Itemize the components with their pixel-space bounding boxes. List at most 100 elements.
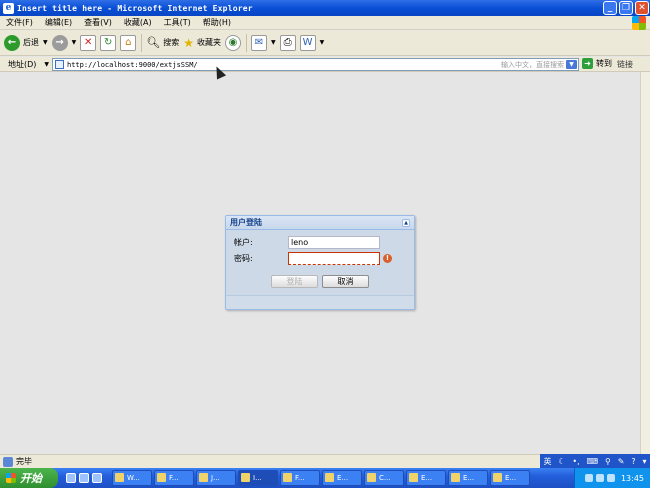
help-icon[interactable]: ? xyxy=(631,457,635,466)
login-title: 用户登陆 xyxy=(230,218,262,227)
account-row: 帐户: leno xyxy=(234,236,380,249)
menu-bar: 文件(F) 编辑(E) 查看(V) 收藏(A) 工具(T) 帮助(H) xyxy=(0,16,650,30)
options-icon[interactable]: ▾ xyxy=(642,457,646,466)
cancel-button[interactable]: 取消 xyxy=(322,275,369,288)
tray-icons xyxy=(584,474,615,482)
start-button[interactable]: 开始 xyxy=(0,468,58,488)
quicklaunch-desktop-icon[interactable] xyxy=(79,473,89,483)
quick-launch xyxy=(66,473,102,483)
back-button[interactable]: ← 后退 ▼ xyxy=(4,32,48,54)
mail-icon: ✉ xyxy=(250,34,267,51)
address-bar: 地址(D) ▼ http://localhost:9000/extjsSSM/ … xyxy=(0,57,650,72)
collapse-icon[interactable]: ▲ xyxy=(402,219,410,227)
tray-volume-icon[interactable] xyxy=(595,474,604,482)
task-button[interactable]: E... xyxy=(448,470,488,486)
star-icon: ★ xyxy=(183,35,194,50)
minimize-button[interactable]: _ xyxy=(603,1,617,15)
media-icon: ◉ xyxy=(224,34,241,51)
edit-dropdown-icon[interactable]: ▼ xyxy=(320,39,325,46)
pin-icon[interactable]: ⚲ xyxy=(605,457,611,466)
status-text: 完毕 xyxy=(16,457,32,466)
account-field[interactable]: leno xyxy=(288,236,380,249)
quicklaunch-media-icon[interactable] xyxy=(92,473,102,483)
task-button[interactable]: C... xyxy=(364,470,404,486)
menu-tools[interactable]: 工具(T) xyxy=(158,17,197,28)
taskbar: 开始 W... F... J... I... F... E... C... E.… xyxy=(0,468,650,488)
links-button[interactable]: 链接 xyxy=(617,59,633,70)
menu-edit[interactable]: 编辑(E) xyxy=(39,17,78,28)
ie-icon: e xyxy=(3,2,14,14)
system-tray: 13:45 xyxy=(574,468,650,488)
mail-button[interactable]: ✉ ▼ xyxy=(250,32,276,54)
moon-icon[interactable]: ☾ xyxy=(558,457,565,466)
search-button[interactable]: 🔍︎ 搜索 xyxy=(146,32,179,54)
task-button[interactable]: E... xyxy=(322,470,362,486)
close-button[interactable]: ✕ xyxy=(635,1,649,15)
clock[interactable]: 13:45 xyxy=(621,474,644,483)
back-arrow-icon: ← xyxy=(4,34,20,51)
favorites-label: 收藏夹 xyxy=(196,38,221,47)
task-list: W... F... J... I... F... E... C... E... … xyxy=(112,470,530,486)
forward-button[interactable]: → ▼ xyxy=(51,32,77,54)
login-window: 用户登陆 ▲ 帐户: leno 密码: ! 登陆 取消 xyxy=(225,215,415,310)
password-label: 密码: xyxy=(234,254,253,263)
stop-icon: ✕ xyxy=(80,34,97,51)
keyboard-icon[interactable]: ⌨ xyxy=(587,457,599,466)
menu-view[interactable]: 查看(V) xyxy=(78,17,118,28)
maximize-button[interactable]: ❐ xyxy=(619,1,633,15)
tray-network-icon[interactable] xyxy=(584,474,593,482)
edit-icon: W xyxy=(299,34,316,51)
login-footer xyxy=(226,295,414,309)
task-button[interactable]: F... xyxy=(154,470,194,486)
task-button[interactable]: W... xyxy=(112,470,152,486)
address-input[interactable]: http://localhost:9000/extjsSSM/ 输入中文，直接搜… xyxy=(52,58,579,71)
address-url: http://localhost:9000/extjsSSM/ xyxy=(67,60,198,69)
refresh-icon: ↻ xyxy=(100,34,117,51)
menu-favorites[interactable]: 收藏(A) xyxy=(118,17,158,28)
mail-dropdown-icon[interactable]: ▼ xyxy=(271,39,276,46)
search-icon: 🔍︎ xyxy=(146,36,161,49)
edit-button[interactable]: W ▼ xyxy=(299,32,325,54)
stop-button[interactable]: ✕ xyxy=(80,32,97,54)
punctuation-icon[interactable]: •, xyxy=(572,457,579,466)
tray-security-icon[interactable] xyxy=(606,474,615,482)
address-search-hint: 输入中文，直接搜索 xyxy=(501,60,564,69)
toolbar: ← 后退 ▼ → ▼ ✕ ↻ ⌂ 🔍︎ 搜索 ★ 收藏夹 ◉ ✉ ▼ ⎙ W ▼ xyxy=(0,30,650,56)
login-header: 用户登陆 ▲ xyxy=(226,216,414,230)
address-history-dropdown-icon[interactable]: ▼ xyxy=(566,60,577,69)
error-icon: ! xyxy=(383,254,392,263)
button-row: 登陆 取消 xyxy=(271,275,369,288)
task-button[interactable]: E... xyxy=(406,470,446,486)
login-button[interactable]: 登陆 xyxy=(271,275,318,288)
forward-dropdown-icon[interactable]: ▼ xyxy=(72,39,77,46)
address-label: 地址(D) xyxy=(8,59,37,69)
print-button[interactable]: ⎙ xyxy=(279,32,296,54)
forward-arrow-icon: → xyxy=(51,34,68,51)
go-button[interactable]: ➜ 转到 xyxy=(582,58,612,69)
menu-file[interactable]: 文件(F) xyxy=(0,17,39,28)
task-button-active[interactable]: I... xyxy=(238,470,278,486)
home-button[interactable]: ⌂ xyxy=(120,32,137,54)
vertical-scrollbar[interactable] xyxy=(640,72,650,454)
toolbar-separator xyxy=(245,33,247,52)
windows-logo-icon xyxy=(632,16,646,30)
title-bar: e Insert title here - Microsoft Internet… xyxy=(0,0,650,16)
favorites-button[interactable]: ★ 收藏夹 xyxy=(183,32,221,54)
menu-help[interactable]: 帮助(H) xyxy=(197,17,237,28)
toolbar-separator xyxy=(141,33,143,52)
quicklaunch-ie-icon[interactable] xyxy=(66,473,76,483)
media-button[interactable]: ◉ xyxy=(224,32,241,54)
go-label: 转到 xyxy=(596,59,612,68)
window-controls: _ ❐ ✕ xyxy=(603,1,649,15)
window-title: Insert title here - Microsoft Internet E… xyxy=(17,3,253,13)
task-button[interactable]: J... xyxy=(196,470,236,486)
language-indicator[interactable]: 英 xyxy=(543,456,551,467)
task-button[interactable]: E... xyxy=(490,470,530,486)
task-button[interactable]: F... xyxy=(280,470,320,486)
back-dropdown-icon[interactable]: ▼ xyxy=(43,39,48,46)
start-label: 开始 xyxy=(20,472,42,485)
refresh-button[interactable]: ↻ xyxy=(100,32,117,54)
password-field[interactable] xyxy=(288,252,380,265)
address-dropdown-icon[interactable]: ▼ xyxy=(44,61,49,68)
wrench-icon[interactable]: ✎ xyxy=(618,457,625,466)
